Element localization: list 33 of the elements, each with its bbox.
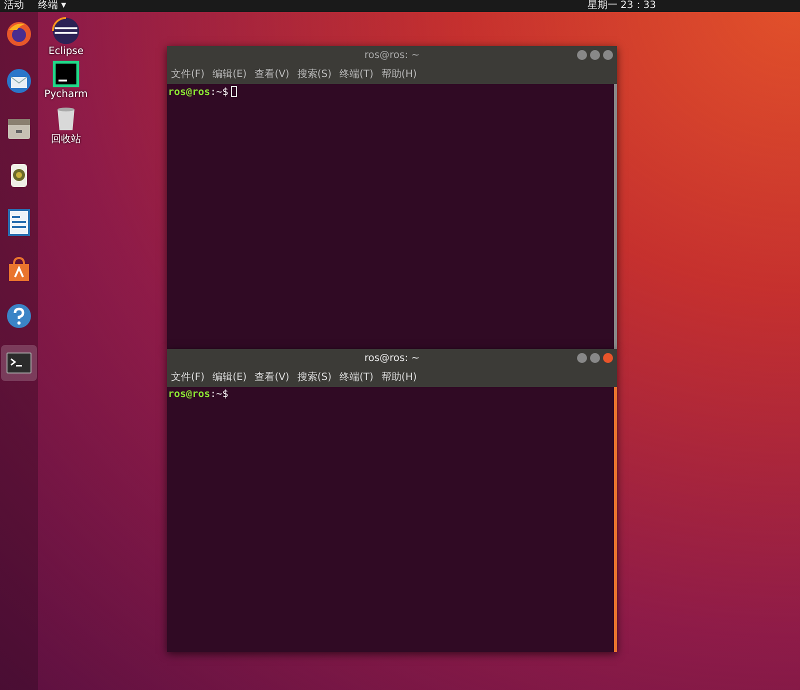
prompt-path: :~$ — [210, 389, 228, 400]
menu-item[interactable]: 文件(F) — [171, 370, 205, 384]
menu-item[interactable]: 搜索(S) — [297, 370, 332, 384]
menu-item[interactable]: 编辑(E) — [212, 370, 247, 384]
window-title: ros@ros: ~ — [363, 353, 421, 364]
maximize-button[interactable] — [590, 353, 600, 363]
window-title: ros@ros: ~ — [363, 50, 421, 61]
menu-item[interactable]: 编辑(E) — [212, 67, 247, 81]
menu-item[interactable]: 查看(V) — [254, 67, 290, 81]
desktop-icon-label[interactable]: 回收站 — [51, 132, 81, 146]
menu-item[interactable]: 搜索(S) — [297, 67, 332, 81]
terminal-body[interactable]: ros@ros:~$ — [167, 387, 617, 652]
text-cursor — [231, 86, 238, 97]
desktop-icon-label[interactable]: Eclipse — [48, 46, 84, 57]
activities-button[interactable]: 活动 — [4, 0, 24, 12]
menu-item[interactable]: 查看(V) — [254, 370, 290, 384]
maximize-button[interactable] — [590, 50, 600, 60]
minimize-button[interactable] — [577, 50, 587, 60]
desktop-icon-label[interactable]: Pycharm — [44, 89, 88, 100]
close-button[interactable] — [603, 50, 613, 60]
clock[interactable]: 星期一 23：33 — [587, 0, 656, 12]
menu-item[interactable]: 终端(T) — [340, 370, 374, 384]
menu-item[interactable]: 帮助(H) — [381, 67, 417, 81]
menu-item[interactable]: 终端(T) — [340, 67, 374, 81]
minimize-button[interactable] — [577, 353, 587, 363]
close-button[interactable] — [603, 353, 613, 363]
prompt-user: ros@ros — [168, 389, 210, 400]
prompt-path: :~$ — [210, 87, 228, 98]
terminal-body[interactable]: ros@ros:~$ — [167, 84, 617, 349]
menu-item[interactable]: 文件(F) — [171, 67, 205, 81]
menu-item[interactable]: 帮助(H) — [381, 370, 417, 384]
app-menu[interactable]: 终端 ▾ — [38, 0, 66, 12]
prompt-user: ros@ros — [168, 87, 210, 98]
